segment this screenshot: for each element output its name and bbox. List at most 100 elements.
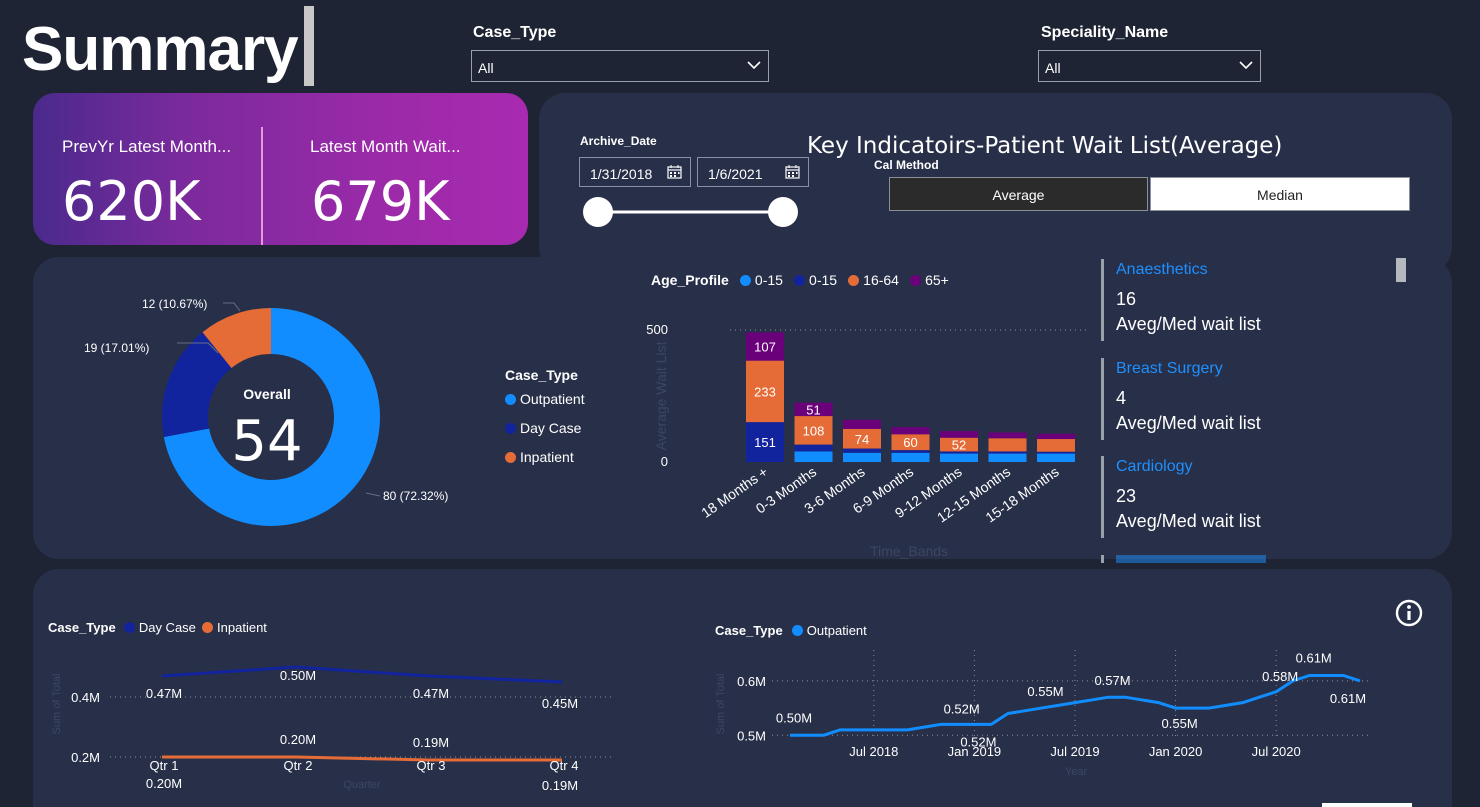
kpi-prev-year-label: PrevYr Latest Month...	[62, 137, 232, 156]
bar-segment[interactable]	[1037, 453, 1075, 462]
bar-segment[interactable]	[843, 448, 881, 453]
bar-segment[interactable]	[1037, 439, 1075, 452]
series-line-inpatient[interactable]	[162, 755, 562, 762]
average-button[interactable]: Average	[889, 177, 1148, 211]
bar-segment[interactable]	[794, 451, 833, 462]
data-label: 0.58M	[1262, 669, 1298, 684]
donut-chart: Overall 54 19 (17.01%) 12 (10.67%) 80 (7…	[84, 297, 448, 526]
legend-dot	[791, 625, 803, 636]
bar-segment[interactable]	[1037, 451, 1075, 454]
x-tick-label: Jul 2018	[849, 744, 898, 759]
legend-dot	[910, 275, 922, 286]
data-label: 0.52M	[944, 701, 980, 716]
legend-item-label: 65+	[925, 272, 949, 288]
leader-line	[365, 492, 381, 497]
data-label: 0.20M	[146, 776, 182, 791]
data-label: 0.19M	[413, 735, 449, 750]
legend-item[interactable]: 16-64	[848, 272, 899, 288]
slider-start-handle[interactable]	[583, 197, 613, 227]
x-tick-label: Jul 2019	[1050, 744, 1099, 759]
bar-segment[interactable]	[988, 432, 1027, 439]
data-label: 0.52M	[960, 734, 996, 749]
data-label: 0.61M	[1330, 691, 1366, 706]
x-tick-label: Qtr 1	[150, 758, 179, 773]
bar-segment[interactable]	[940, 453, 978, 462]
x-tick-label: Qtr 2	[284, 758, 313, 773]
end-date-input[interactable]: 1/6/2021	[697, 157, 809, 187]
kpi-latest-value: 679K	[311, 170, 450, 233]
bar-segment[interactable]	[940, 431, 978, 438]
card-accent-bar	[1101, 358, 1104, 440]
legend-item[interactable]: 65+	[910, 272, 949, 288]
bar-segment[interactable]	[988, 451, 1027, 454]
bar-segment[interactable]	[1037, 433, 1075, 440]
data-label: 0.55M	[1027, 684, 1063, 699]
speciality-name[interactable]: Cardiology	[1116, 458, 1192, 476]
card-accent-bar	[1101, 456, 1104, 538]
series-line-day-case[interactable]	[161, 665, 563, 684]
list-scrollbar[interactable]	[1396, 258, 1406, 282]
donut-center-value: 54	[231, 409, 302, 474]
legend-item-label: 0-15	[754, 272, 783, 288]
slice-label-outpatient: 80 (72.32%)	[383, 489, 448, 503]
legend-item[interactable]: 0-15	[794, 272, 837, 288]
bar-segment[interactable]	[891, 427, 930, 435]
bar-segment[interactable]	[891, 452, 930, 462]
median-button[interactable]: Median	[1150, 177, 1410, 211]
bar-data-label: 52	[952, 438, 966, 453]
speciality-dropdown-value: All	[1045, 60, 1061, 76]
legend-item[interactable]: Day Case	[505, 420, 585, 436]
data-label: 0.47M	[413, 686, 449, 701]
slice-label-day-case: 19 (17.01%)	[84, 341, 149, 355]
speciality-dropdown[interactable]: All	[1038, 50, 1261, 82]
kpi-divider	[261, 127, 263, 245]
legend-item[interactable]: Inpatient	[202, 620, 267, 635]
data-label: 0.45M	[542, 696, 578, 711]
bar-segment[interactable]	[988, 453, 1027, 462]
legend-item[interactable]: Day Case	[123, 620, 196, 635]
legend-item-label: Outpatient	[520, 391, 585, 407]
legend-item[interactable]: 0-15	[739, 272, 783, 288]
data-label: 0.50M	[776, 710, 812, 725]
calendar-icon[interactable]	[785, 165, 800, 179]
speciality-name[interactable]: Breast Surgery	[1116, 360, 1223, 378]
bar-segment[interactable]	[843, 419, 881, 429]
quarter-legend-title: Case_Type	[48, 620, 116, 635]
card-accent-bar	[1101, 259, 1104, 341]
date-range-slider[interactable]	[578, 194, 804, 230]
y-axis-title: Sum of Total	[51, 674, 63, 735]
case-type-dropdown[interactable]: All	[471, 50, 769, 82]
legend-item[interactable]: Outpatient	[791, 623, 867, 638]
outpatient-trend-chart: 0.6M0.5MJul 2018 Jan 2019 Jul 2019 Jan 2020…	[715, 650, 1370, 778]
data-label: 0.20M	[280, 732, 316, 747]
slider-end-handle[interactable]	[768, 197, 798, 227]
speciality-value: 4	[1116, 388, 1127, 408]
speciality-subtitle: Aveg/Med wait list	[1116, 314, 1261, 334]
focus-bar	[1322, 803, 1412, 807]
bar-data-label: 51	[806, 402, 820, 417]
legend-dot	[848, 275, 860, 286]
speciality-value: 23	[1116, 486, 1137, 506]
y-tick-label: 500	[646, 322, 668, 337]
bar-segment[interactable]	[794, 444, 833, 452]
legend-dot	[505, 452, 516, 463]
data-label: 0.50M	[280, 668, 316, 683]
start-date-input[interactable]: 1/31/2018	[579, 157, 691, 187]
x-tick-label: Jul 2020	[1252, 744, 1301, 759]
trend-legend: Case_Type Outpatient	[715, 620, 867, 639]
speciality-subtitle: Aveg/Med wait list	[1116, 511, 1261, 531]
bar-segment[interactable]	[843, 452, 881, 462]
calendar-icon[interactable]	[667, 165, 682, 179]
data-label: 0.57M	[1094, 673, 1130, 688]
legend-item[interactable]: Inpatient	[505, 449, 585, 465]
bar-segment[interactable]	[891, 450, 930, 453]
bar-segment[interactable]	[988, 438, 1027, 452]
legend-dot	[202, 622, 214, 633]
bar-data-label: 233	[754, 384, 776, 399]
legend-item[interactable]: Outpatient	[505, 391, 585, 407]
info-icon[interactable]	[1395, 599, 1423, 627]
speciality-slicer-label: Speciality_Name	[1041, 24, 1169, 41]
speciality-name[interactable]: Anaesthetics	[1116, 261, 1208, 279]
title-cursor-bar	[304, 6, 314, 86]
quarter-legend: Case_Type Day Case Inpatient	[48, 620, 267, 636]
